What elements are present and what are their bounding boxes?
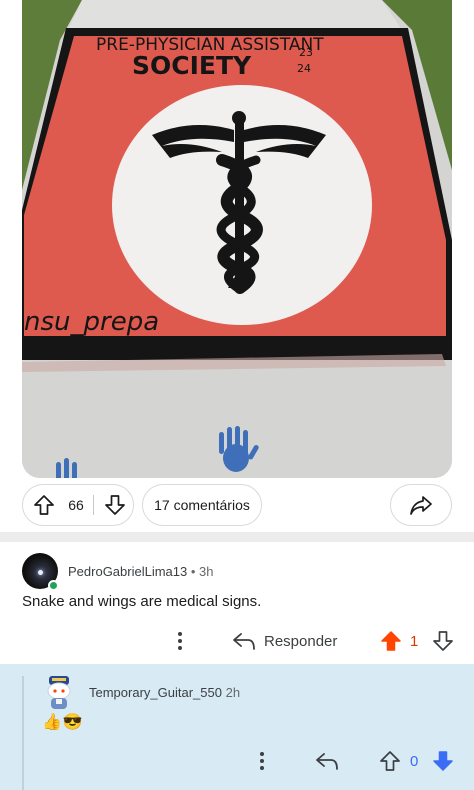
- upvote-outline-icon: [34, 495, 54, 515]
- more-options-button[interactable]: [170, 628, 190, 654]
- post-score: 66: [68, 497, 84, 513]
- comment-body: 👍😎: [42, 714, 84, 731]
- comment-upvote-button[interactable]: [378, 626, 404, 656]
- post-image[interactable]: PRE-PHYSICIAN ASSISTANT SOCIETY 23 24 ns…: [22, 0, 452, 478]
- comment-score: 0: [410, 753, 419, 770]
- reply-arrow-icon: [233, 633, 255, 650]
- comment: PedroGabrielLima13 • 3h Snake and wings …: [0, 548, 474, 658]
- comment-username[interactable]: Temporary_Guitar_550: [89, 685, 222, 700]
- painted-handle: nsu_prepa: [24, 307, 159, 337]
- comment-timestamp: 2h: [225, 685, 241, 700]
- chalk-art-illustration: PRE-PHYSICIAN ASSISTANT SOCIETY 23 24 ns…: [22, 0, 452, 478]
- downvote-outline-icon: [433, 631, 453, 651]
- comment-score: 1: [410, 633, 419, 650]
- share-button[interactable]: [390, 484, 452, 526]
- reply-comment: Temporary_Guitar_550 2h 👍😎 0: [0, 664, 474, 790]
- upvote-button[interactable]: [25, 486, 63, 524]
- avatar[interactable]: [42, 674, 76, 710]
- svg-text:24: 24: [297, 62, 311, 75]
- meta-separator: •: [190, 564, 196, 579]
- painted-title-line2: SOCIETY: [132, 51, 252, 80]
- comments-button[interactable]: 17 comentários: [142, 484, 262, 526]
- comment-action-bar: Responder 1: [0, 624, 474, 658]
- comments-count-label: 17 comentários: [154, 497, 250, 513]
- comment-upvote-button[interactable]: [377, 746, 403, 776]
- downvote-filled-icon: [433, 751, 453, 771]
- section-divider: [0, 532, 474, 542]
- post-action-bar: 66 17 comentários: [0, 484, 474, 530]
- kebab-menu-icon: [178, 632, 182, 650]
- post-detail-screen: PRE-PHYSICIAN ASSISTANT SOCIETY 23 24 ns…: [0, 0, 474, 790]
- upvote-outline-icon: [380, 751, 400, 771]
- svg-text:23: 23: [299, 46, 313, 59]
- upvote-filled-icon: [381, 631, 401, 651]
- reply-arrow-icon: [316, 753, 338, 770]
- comment-username[interactable]: PedroGabrielLima13: [68, 564, 187, 579]
- comment-downvote-button[interactable]: [430, 746, 456, 776]
- post-vote-pill: 66: [22, 484, 134, 526]
- share-arrow-icon: [410, 496, 432, 515]
- snoo-avatar-icon: [47, 676, 71, 709]
- comment-meta: Temporary_Guitar_550 2h: [89, 685, 240, 700]
- comment-body: Snake and wings are medical signs.: [22, 593, 262, 610]
- online-status-dot: [48, 580, 59, 591]
- comment-downvote-button[interactable]: [430, 626, 456, 656]
- downvote-button[interactable]: [98, 486, 132, 524]
- downvote-outline-icon: [105, 495, 125, 515]
- more-options-button[interactable]: [252, 748, 272, 774]
- reply-button[interactable]: Responder: [232, 626, 337, 656]
- reply-button[interactable]: [314, 748, 340, 774]
- comment-meta: PedroGabrielLima13 • 3h: [68, 564, 214, 579]
- avatar-moon: [38, 570, 43, 575]
- comment-timestamp: 3h: [199, 564, 214, 579]
- vote-divider: [93, 495, 94, 515]
- comment-action-bar: 0: [0, 744, 474, 778]
- kebab-menu-icon: [260, 752, 264, 770]
- reply-label: Responder: [264, 632, 338, 650]
